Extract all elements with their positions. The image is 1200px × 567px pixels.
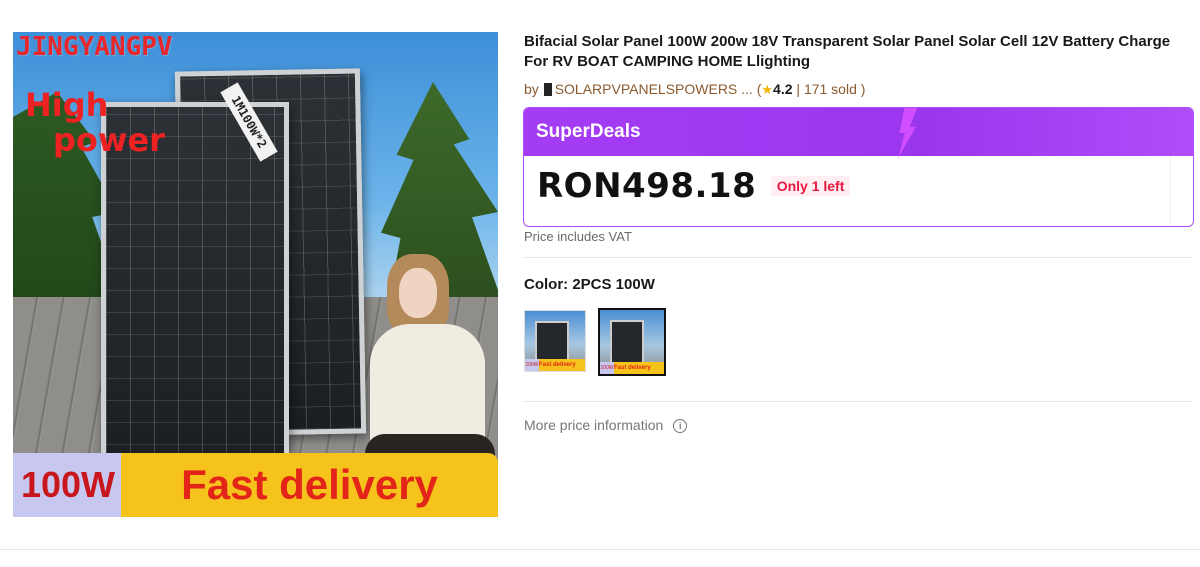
store-link[interactable]: SOLARPVPANELSPOWERS ...	[555, 81, 753, 97]
deal-divider	[1170, 156, 1171, 226]
swatch-watt-text: 100W	[600, 362, 614, 374]
by-label: by	[524, 81, 539, 97]
swatch-watt-text: 100W	[525, 359, 539, 371]
image-brand-text: JINGYANGPV	[16, 32, 173, 62]
superdeals-label: SuperDeals	[536, 121, 641, 142]
more-price-info-label: More price information	[524, 417, 664, 433]
rating-value[interactable]: 4.2	[773, 81, 792, 97]
swatch-panel	[610, 320, 644, 364]
info-icon[interactable]: i	[673, 419, 688, 433]
seller-row: by SOLARPVPANELSPOWERS ... (★4.2 | 171 s…	[524, 81, 865, 98]
page-divider	[0, 549, 1200, 550]
product-title: Bifacial Solar Panel 100W 200w 18V Trans…	[524, 33, 1171, 70]
lightning-icon	[898, 108, 918, 158]
stock-badge: Only 1 left	[770, 176, 851, 196]
separator: |	[796, 81, 801, 97]
superdeals-header: SuperDeals	[524, 108, 1193, 158]
main-product-image[interactable]: 1M100W*2 JINGYANGPV High power 100W Fast…	[13, 32, 498, 517]
vat-note: Price includes VAT	[524, 229, 632, 244]
color-swatch-1[interactable]: Fast delivery 100W	[524, 310, 586, 372]
image-headline-line2: power	[53, 121, 165, 160]
color-label: Color: 2PCS 100W	[524, 276, 655, 293]
store-icon	[543, 83, 552, 96]
star-icon: ★	[761, 82, 774, 97]
price: RON498.18	[537, 166, 757, 206]
divider-middle	[523, 401, 1193, 402]
image-watt-badge: 100W	[13, 453, 123, 517]
sold-count: 171 sold	[803, 81, 857, 97]
image-headline-line1: High	[25, 86, 109, 124]
image-headline: High power	[25, 86, 165, 160]
close-paren: )	[860, 81, 866, 97]
superdeals-box: SuperDeals RON498.18 Only 1 left	[523, 107, 1194, 227]
divider-top	[523, 257, 1193, 258]
color-swatch-2-selected[interactable]: Fast delivery 100W	[598, 308, 666, 376]
more-price-info-link[interactable]: More price information i	[524, 417, 688, 433]
image-delivery-badge: Fast delivery	[121, 453, 498, 517]
price-row: RON498.18 Only 1 left	[537, 166, 851, 206]
